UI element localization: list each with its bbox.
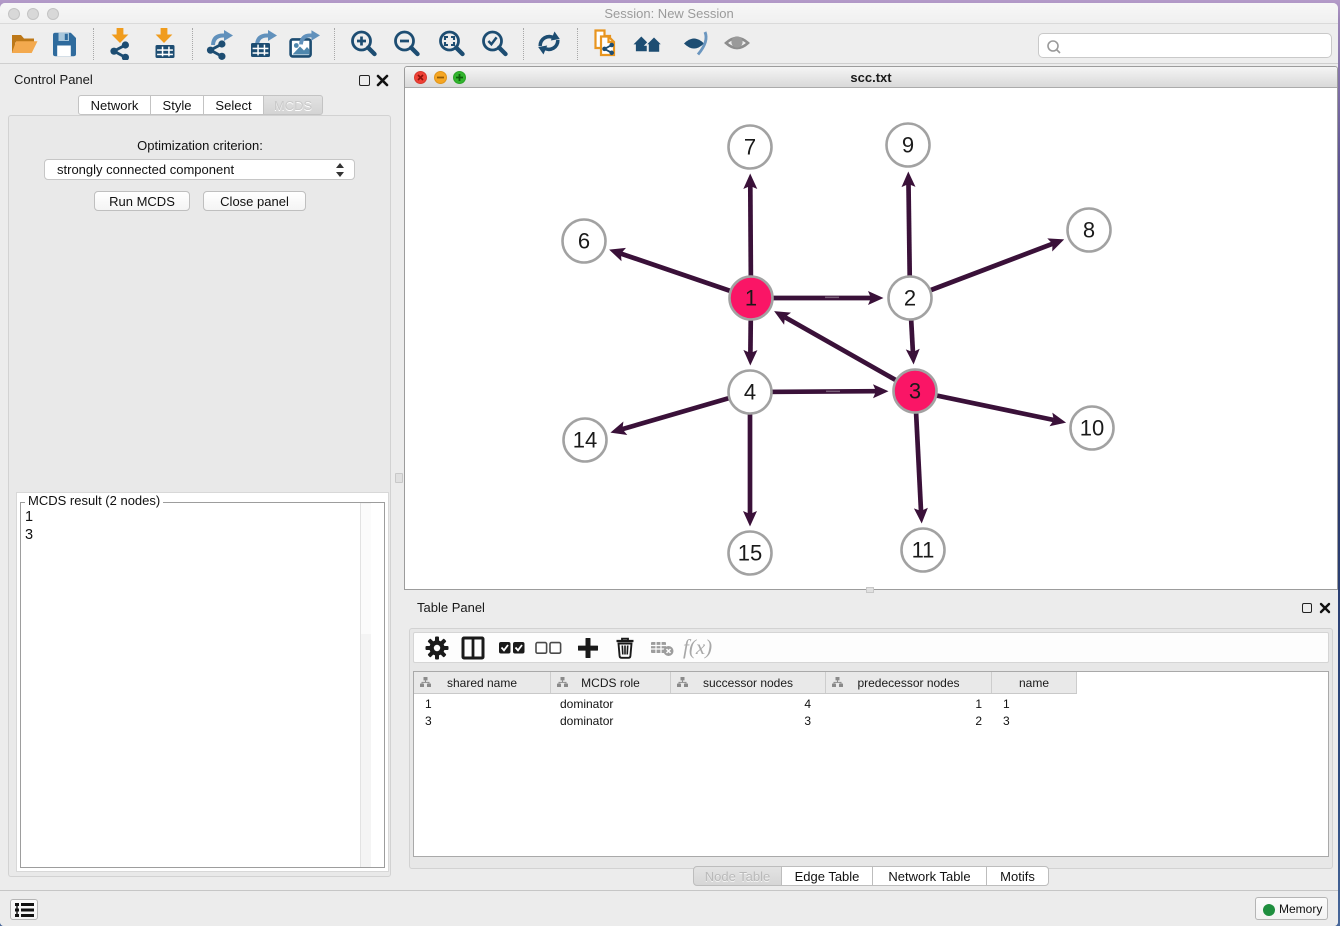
- svg-text:7: 7: [744, 135, 756, 160]
- svg-text:4: 4: [744, 380, 756, 405]
- svg-text:6: 6: [578, 229, 590, 254]
- svg-text:10: 10: [1080, 416, 1104, 441]
- svg-text:f(x): f(x): [683, 635, 712, 659]
- svg-text:1: 1: [745, 286, 757, 311]
- svg-text:15: 15: [738, 541, 762, 566]
- svg-text:9: 9: [902, 133, 914, 158]
- svg-text:2: 2: [904, 286, 916, 311]
- svg-text:14: 14: [573, 428, 597, 453]
- svg-text:8: 8: [1083, 218, 1095, 243]
- svg-text:3: 3: [909, 379, 921, 404]
- svg-text:11: 11: [912, 538, 935, 563]
